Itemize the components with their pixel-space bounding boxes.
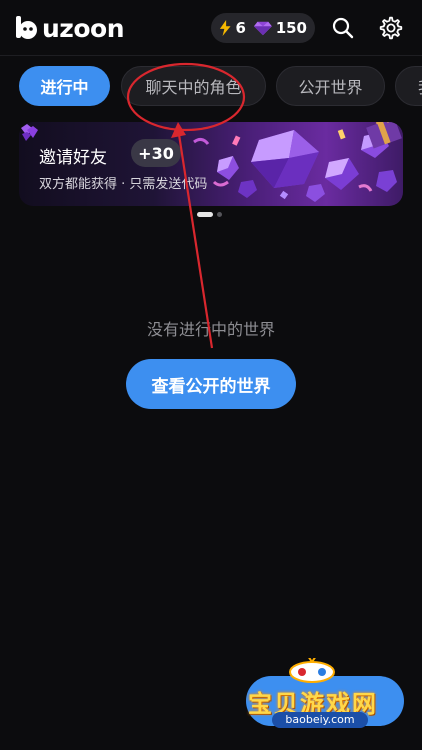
search-button[interactable] — [329, 14, 357, 42]
logo-text: uzoon — [42, 13, 125, 43]
gem-cluster-icon — [21, 124, 38, 141]
carousel-dot-active — [197, 212, 213, 217]
carousel-indicator — [197, 212, 222, 217]
energy-count: 6 — [235, 19, 246, 37]
carousel-dot — [217, 212, 222, 217]
gem-count: 150 — [275, 19, 307, 37]
buzoon-logo-icon — [16, 16, 37, 39]
search-icon — [332, 17, 354, 39]
settings-button[interactable] — [377, 14, 405, 42]
gem-icon — [253, 21, 272, 36]
app-logo: uzoon — [14, 12, 125, 44]
tab-bar: 进行中 聊天中的角色 公开世界 我 — [0, 66, 422, 108]
empty-state-message: 没有进行中的世界 — [146, 320, 275, 339]
tab-in-progress[interactable]: 进行中 — [19, 66, 110, 106]
tab-mine[interactable]: 我 — [395, 66, 422, 106]
header-divider — [0, 55, 422, 56]
banner-subtitle: 双方都能获得 · 只需发送代码 — [39, 177, 208, 192]
reward-badge: +30 — [131, 139, 181, 167]
watermark-url: baobeiy.com — [272, 712, 368, 728]
top-bar: uzoon 6 150 — [0, 0, 422, 56]
banner-title: 邀请好友 — [39, 148, 107, 168]
lightning-icon — [219, 19, 231, 37]
tab-public-worlds[interactable]: 公开世界 — [276, 66, 385, 106]
gear-icon — [379, 16, 403, 40]
tab-chatting-characters[interactable]: 聊天中的角色 — [121, 66, 266, 106]
invite-banner[interactable]: 邀请好友 +30 双方都能获得 · 只需发送代码 — [19, 122, 403, 206]
currency-pill[interactable]: 6 150 — [211, 13, 315, 43]
view-public-worlds-button[interactable]: 查看公开的世界 — [126, 359, 296, 409]
